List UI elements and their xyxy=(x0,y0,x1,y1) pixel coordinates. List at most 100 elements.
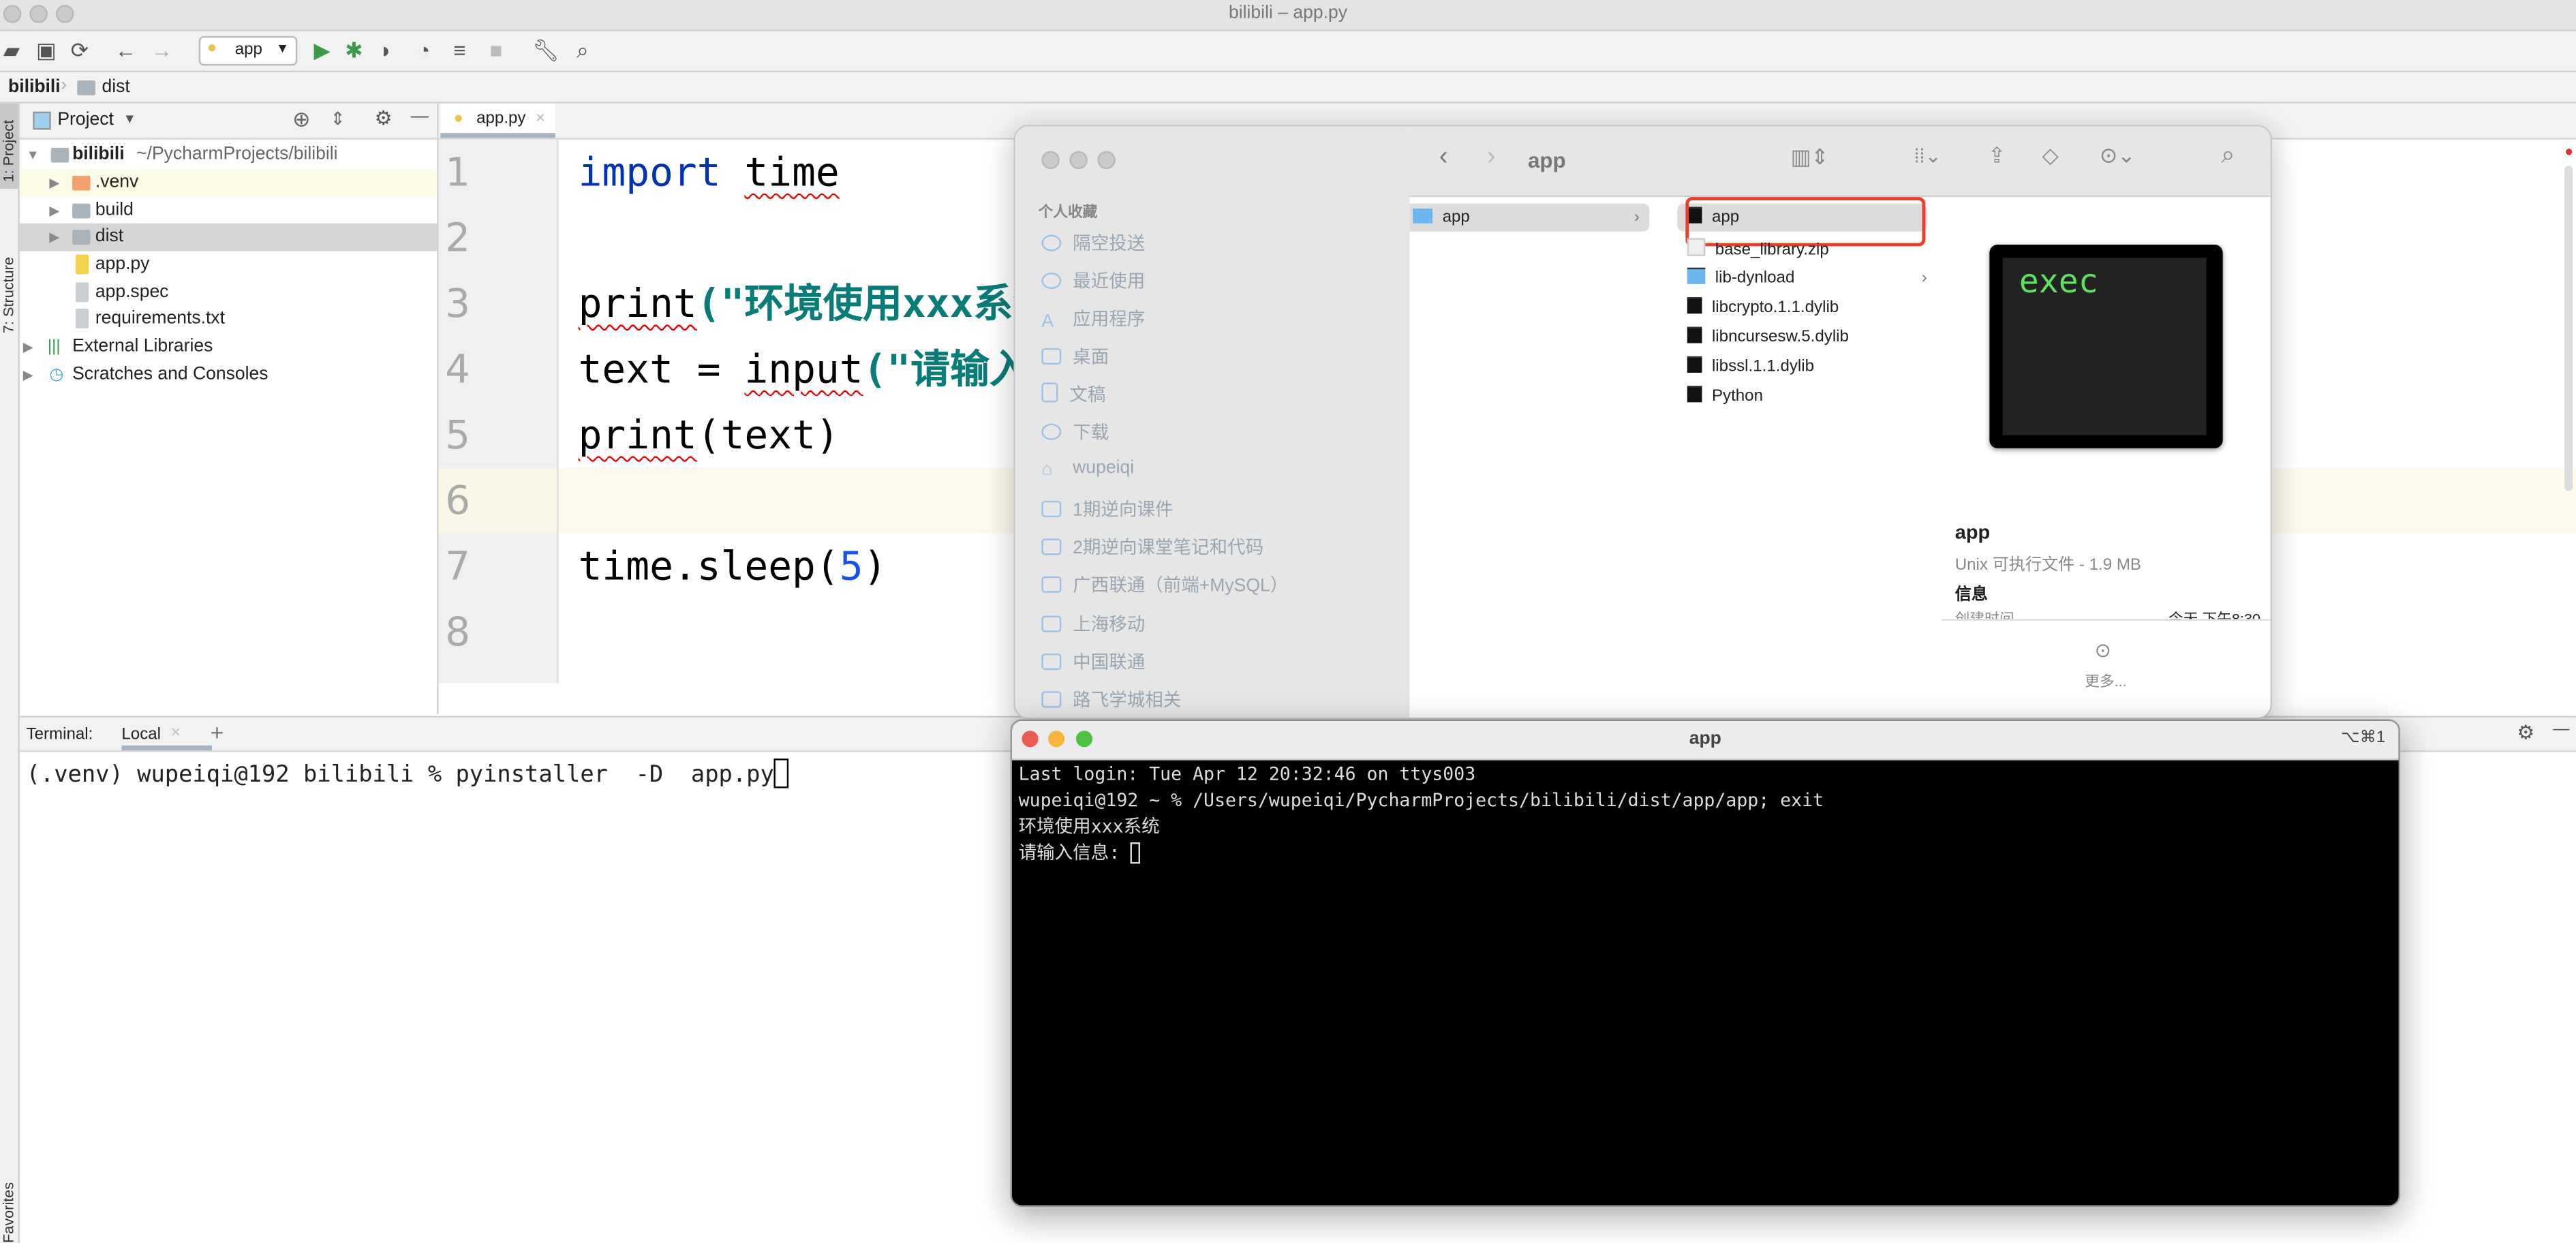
stripe-tab-favorites[interactable]: Favorites xyxy=(0,1182,16,1243)
item-label: libncursesw.5.dylib xyxy=(1711,328,1849,347)
wrench-icon[interactable]: 🔧︎ xyxy=(532,37,559,64)
expand-arrow-icon[interactable]: ▶ xyxy=(23,361,33,389)
sidebar-item-documents[interactable]: 文稿 xyxy=(1041,381,1105,408)
search-icon[interactable]: ⌕ xyxy=(2221,141,2235,169)
hide-icon[interactable]: — xyxy=(2553,721,2569,739)
sidebar-item-downloads[interactable]: 下载 xyxy=(1041,418,1109,445)
sidebar-item-folder[interactable]: 2期逆向课堂笔记和代码 xyxy=(1041,534,1263,560)
editor-scrollbar[interactable] xyxy=(2564,166,2573,491)
expand-arrow-icon[interactable]: ▶ xyxy=(49,197,59,225)
search-icon[interactable]: ⌕ xyxy=(577,37,589,64)
save-icon[interactable]: ▣ xyxy=(36,37,57,64)
coverage-icon[interactable]: ◗ xyxy=(380,37,393,64)
group-icon[interactable]: ⁞⁞⌄ xyxy=(1914,144,1941,168)
sync-icon[interactable]: ⟳ xyxy=(71,37,89,64)
home-icon: ⌂ xyxy=(1041,459,1053,480)
open-folder-icon[interactable]: ▰ xyxy=(3,37,20,64)
tree-item-app-spec[interactable]: app.spec xyxy=(20,279,437,307)
forward-icon[interactable]: › xyxy=(1487,143,1496,172)
minimize-button[interactable] xyxy=(1069,151,1088,170)
error-indicator-icon[interactable]: ● xyxy=(2564,143,2573,159)
stop-icon[interactable]: ■ xyxy=(489,37,502,64)
preview-info-header: 信息 xyxy=(1954,586,1988,604)
tree-item-scratches[interactable]: ▶ ◷ Scratches and Consoles xyxy=(20,361,437,389)
expand-arrow-icon[interactable]: ▶ xyxy=(49,224,59,251)
sidebar-item-home[interactable]: ⌂ wupeiqi xyxy=(1041,458,1134,480)
terminal-command: (.venv) wupeiqi@192 bilibili % pyinstall… xyxy=(26,762,774,788)
terminal-prompt-line[interactable]: 请输入信息: xyxy=(1019,841,1141,868)
tree-item-requirements[interactable]: requirements.txt xyxy=(20,305,437,333)
folder-icon xyxy=(50,147,70,163)
share-icon[interactable]: ⇪ xyxy=(1988,143,2006,170)
tool-window-stripe: 1: Project 7: Structure Favorites xyxy=(0,103,20,1243)
gear-icon[interactable]: ⚙ xyxy=(2517,721,2534,744)
gear-icon[interactable]: ⚙ xyxy=(375,107,393,130)
finder-item-app-folder[interactable]: app › xyxy=(1409,203,1650,232)
add-tab-icon[interactable]: + xyxy=(211,719,224,746)
concurrency-icon[interactable]: ≡ xyxy=(453,37,465,64)
sidebar-item-airdrop[interactable]: 隔空投送 xyxy=(1041,230,1145,256)
sidebar-item-folder[interactable]: 广西联通（前端+MySQL） xyxy=(1041,572,1288,598)
finder-item[interactable]: Python xyxy=(1687,382,1763,410)
finder-item[interactable]: base_library.zip xyxy=(1687,236,1829,264)
forward-icon[interactable]: → xyxy=(151,37,172,64)
tree-item-root[interactable]: ▼ bilibili ~/PycharmProjects/bilibili xyxy=(20,141,437,169)
close-tab-icon[interactable]: × xyxy=(171,724,181,743)
run-icon[interactable]: ▶ xyxy=(313,37,330,64)
finder-item[interactable]: libcrypto.1.1.dylib xyxy=(1687,294,1839,322)
zoom-button[interactable] xyxy=(1097,151,1116,170)
hide-icon[interactable]: — xyxy=(411,107,429,127)
tab-app-py[interactable]: ● app.py × xyxy=(440,103,555,138)
breadcrumb-item-dist[interactable]: dist xyxy=(102,77,129,97)
sidebar-item-folder[interactable]: 1期逆向课件 xyxy=(1041,496,1174,523)
sidebar-item-applications[interactable]: A 应用程序 xyxy=(1041,305,1145,331)
sidebar-item-folder[interactable]: 路飞学城相关 xyxy=(1041,686,1181,713)
sidebar-item-recents[interactable]: 最近使用 xyxy=(1041,268,1145,294)
finder-item[interactable]: lib-dynload › xyxy=(1687,264,1934,292)
expand-arrow-icon[interactable]: ▶ xyxy=(49,169,59,197)
tree-item-venv[interactable]: ▶ .venv xyxy=(19,169,438,198)
close-button[interactable] xyxy=(1041,151,1060,170)
tree-item-dist[interactable]: ▶ dist xyxy=(19,223,438,251)
prompt-text: 请输入信息: xyxy=(1018,842,1131,864)
stripe-tab-structure[interactable]: 7: Structure xyxy=(0,257,16,333)
close-tab-icon[interactable]: × xyxy=(536,104,545,136)
tree-item-external-libraries[interactable]: ▶ ||| External Libraries xyxy=(20,333,437,361)
more-button[interactable]: 更多... xyxy=(2085,670,2127,691)
chevron-down-icon[interactable]: ▼ xyxy=(123,112,136,127)
sidebar-item-desktop[interactable]: 桌面 xyxy=(1041,343,1109,370)
tree-item-app-py[interactable]: app.py xyxy=(20,251,437,279)
tag-icon[interactable]: ◇ xyxy=(2042,143,2059,170)
function-call: input xyxy=(744,346,863,393)
run-config-label: app xyxy=(234,41,262,59)
project-view-select[interactable]: Project xyxy=(57,110,114,129)
debug-icon[interactable]: ✱ xyxy=(345,37,363,64)
terminal-input[interactable]: (.venv) wupeiqi@192 bilibili % pyinstall… xyxy=(27,758,789,788)
tree-item-label: Scratches and Consoles xyxy=(72,364,269,384)
finder-item[interactable]: libssl.1.1.dylib xyxy=(1687,353,1814,381)
terminal-app-window: app ⌥⌘1 Last login: Tue Apr 12 20:32:46 … xyxy=(1010,719,2401,1207)
column-view-icon[interactable]: ▥⇕ xyxy=(1791,144,1829,171)
terminal-tab-local[interactable]: Local × xyxy=(121,718,212,751)
collapse-all-icon[interactable]: ⇕ xyxy=(331,108,346,129)
sidebar-item-folder[interactable]: 上海移动 xyxy=(1041,611,1145,637)
expand-arrow-icon[interactable]: ▶ xyxy=(23,333,33,361)
more-icon[interactable]: ⊙ xyxy=(2095,639,2111,662)
profile-icon[interactable]: ◔ xyxy=(417,37,430,64)
line-number-gutter: 1 2 3 4 5 6 7 8 xyxy=(438,139,559,684)
expand-arrow-icon[interactable]: ▼ xyxy=(27,141,40,169)
back-icon[interactable]: ‹ xyxy=(1439,143,1448,172)
sidebar-item-folder[interactable]: 中国联通 xyxy=(1041,649,1145,675)
identifier: time.sleep( xyxy=(578,543,840,590)
back-icon[interactable]: ← xyxy=(115,37,136,64)
run-config-select[interactable]: ● app ▼ xyxy=(198,36,298,66)
tree-item-build[interactable]: ▶ build xyxy=(20,197,437,225)
stripe-tab-project[interactable]: 1: Project xyxy=(0,120,16,183)
clock-icon xyxy=(1041,272,1062,290)
breadcrumb-item-bilibili[interactable]: bilibili xyxy=(8,77,61,97)
folder-icon xyxy=(1041,576,1062,593)
finder-item[interactable]: libncursesw.5.dylib xyxy=(1687,324,1849,352)
more-actions-icon[interactable]: ⊙⌄ xyxy=(2100,143,2136,170)
tree-item-label: build xyxy=(95,200,134,220)
locate-icon[interactable]: ⊕ xyxy=(292,107,310,134)
